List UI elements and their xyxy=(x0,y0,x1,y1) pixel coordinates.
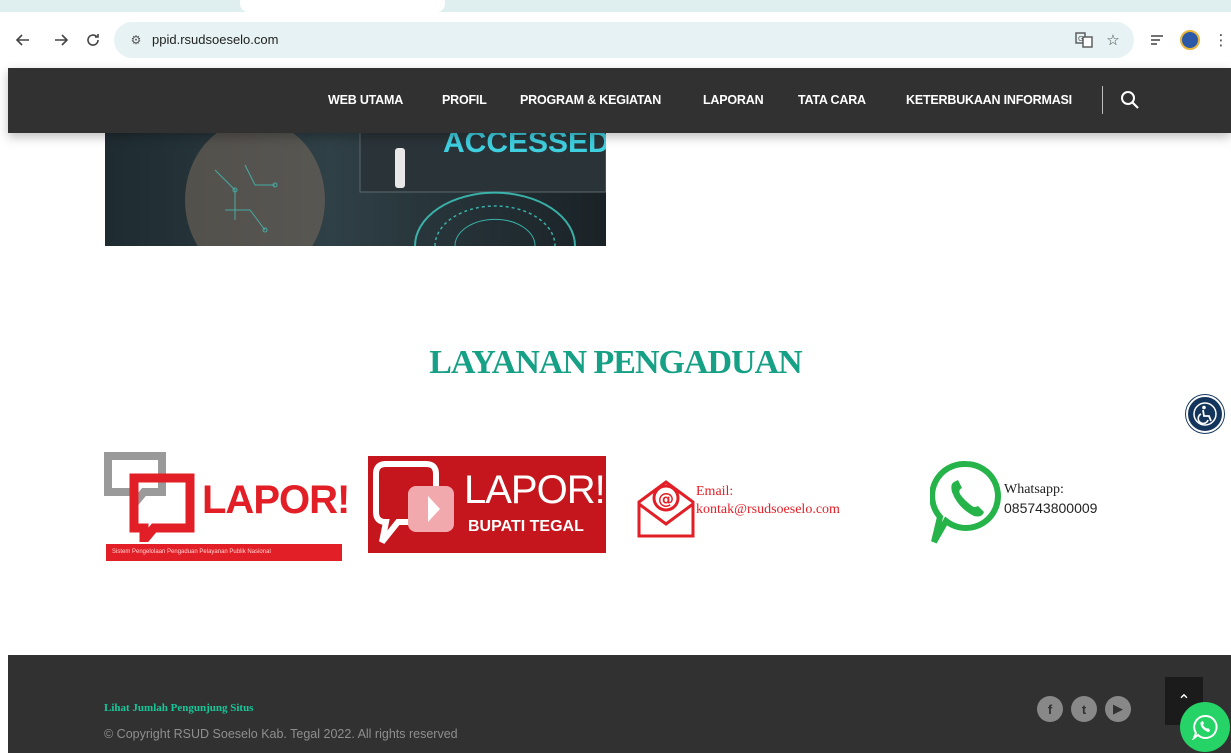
lapor-bupati-chat-icon xyxy=(373,461,454,544)
nav-divider xyxy=(1102,86,1103,114)
site-navbar: WEB UTAMA PROFIL PROGRAM & KEGIATAN LAPO… xyxy=(8,68,1231,133)
hero-image: ACCESSED xyxy=(105,130,606,246)
svg-text:G: G xyxy=(1078,35,1083,43)
reload-icon[interactable] xyxy=(82,29,104,51)
forward-icon[interactable] xyxy=(50,29,72,51)
twitter-icon[interactable]: t xyxy=(1071,696,1097,722)
browser-active-tab[interactable] xyxy=(240,0,445,12)
accessibility-icon[interactable] xyxy=(1186,395,1224,433)
lapor-chat-bubbles-icon xyxy=(104,452,195,542)
nav-item-tata-cara[interactable]: TATA CARA xyxy=(798,93,866,107)
page-root: ⚙ ppid.rsudsoeselo.com G ☆ ⋮ WEB UTAMA P… xyxy=(0,0,1231,753)
nav-item-keterbukaan-informasi[interactable]: KETERBUKAAN INFORMASI xyxy=(906,93,1072,107)
browser-toolbar: ⚙ ppid.rsudsoeselo.com G ☆ ⋮ xyxy=(0,12,1231,68)
hero-accessed-text: ACCESSED xyxy=(443,130,606,159)
browser-tab-strip xyxy=(0,0,1231,12)
email-envelope-icon: @ xyxy=(637,480,695,538)
nav-item-profil[interactable]: PROFIL xyxy=(442,93,487,107)
nav-item-web-utama[interactable]: WEB UTAMA xyxy=(328,93,403,107)
reading-list-icon[interactable] xyxy=(1146,29,1168,51)
search-icon[interactable] xyxy=(1118,88,1142,112)
lapor-national-link[interactable]: LAPOR! Sistem Pengelolaan Pengaduan Pela… xyxy=(104,452,350,562)
nav-item-laporan[interactable]: LAPORAN xyxy=(703,93,764,107)
whatsapp-chat-button[interactable] xyxy=(1180,702,1230,752)
email-contact[interactable]: @ Email: kontak@rsudsoeselo.com xyxy=(636,474,896,544)
bookmark-star-icon[interactable]: ☆ xyxy=(1102,29,1124,51)
back-icon[interactable] xyxy=(12,29,34,51)
lapor-tagline: Sistem Pengelolaan Pengaduan Pelayanan P… xyxy=(106,544,342,561)
whatsapp-contact[interactable]: Whatsapp: 085743800009 xyxy=(930,460,1170,550)
nav-item-program-kegiatan[interactable]: PROGRAM & KEGIATAN xyxy=(520,93,661,107)
visitor-counter-link[interactable]: Lihat Jumlah Pengunjung Situs xyxy=(104,702,253,714)
section-title-layanan-pengaduan: LAYANAN PENGADUAN xyxy=(429,344,802,381)
site-footer: Lihat Jumlah Pengunjung Situs © Copyrigh… xyxy=(8,655,1231,753)
address-bar[interactable]: ⚙ ppid.rsudsoeselo.com xyxy=(114,22,1134,58)
site-settings-icon[interactable]: ⚙ xyxy=(128,32,144,48)
youtube-icon[interactable]: ▶ xyxy=(1105,696,1131,722)
translate-icon[interactable]: G xyxy=(1073,29,1095,51)
facebook-icon[interactable]: f xyxy=(1037,696,1063,722)
whatsapp-label: Whatsapp: xyxy=(1004,482,1064,497)
lapor-bupati-tegal-link[interactable]: LAPOR! BUPATI TEGAL xyxy=(368,456,606,553)
whatsapp-number[interactable]: 085743800009 xyxy=(1004,500,1097,516)
copyright-text: © Copyright RSUD Soeselo Kab. Tegal 2022… xyxy=(104,727,458,741)
profile-avatar[interactable] xyxy=(1180,30,1200,50)
lapor-bupati-subtitle: BUPATI TEGAL xyxy=(468,518,584,535)
address-url[interactable]: ppid.rsudsoeselo.com xyxy=(152,32,278,48)
more-menu-icon[interactable]: ⋮ xyxy=(1210,29,1231,51)
whatsapp-float-icon xyxy=(1192,714,1218,740)
lapor-bupati-logo-text: LAPOR! xyxy=(464,468,606,512)
svg-text:@: @ xyxy=(658,489,674,508)
email-label: Email: xyxy=(696,484,734,499)
email-address[interactable]: kontak@rsudsoeselo.com xyxy=(696,502,840,518)
lapor-logo-text: LAPOR! xyxy=(202,478,350,522)
whatsapp-icon xyxy=(930,460,1001,544)
